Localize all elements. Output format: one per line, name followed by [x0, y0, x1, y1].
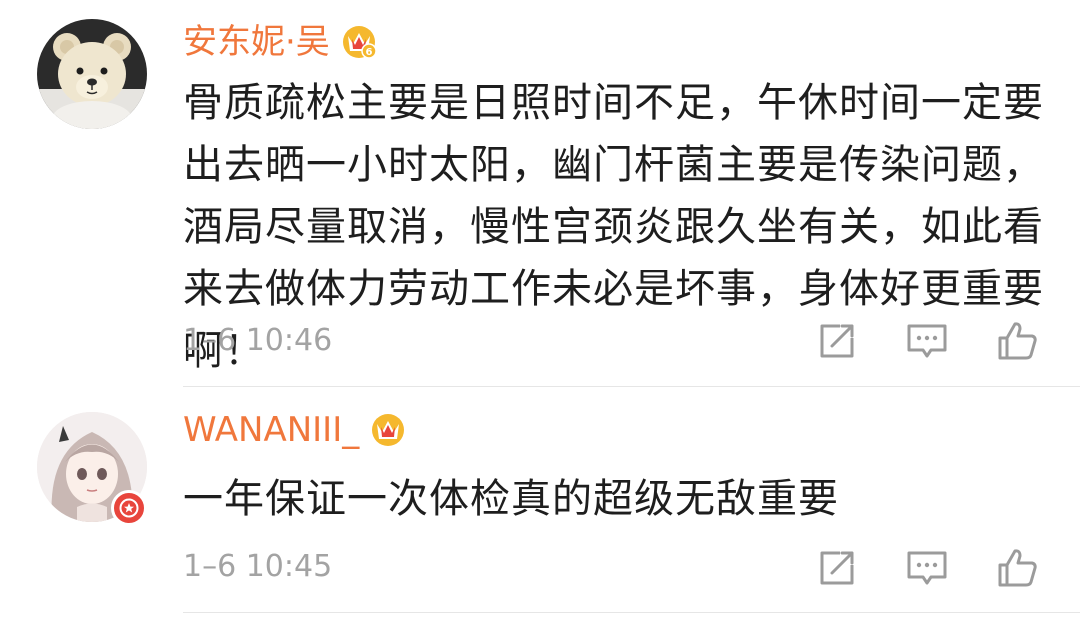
thumbs-up-icon[interactable] — [994, 318, 1040, 364]
timestamp: 1–6 10:46 — [183, 323, 333, 358]
comment-actions — [814, 545, 1040, 591]
username[interactable]: 安东妮·吴 — [183, 20, 330, 64]
avatar[interactable] — [37, 19, 147, 129]
comment-icon[interactable] — [904, 318, 950, 364]
teddy-bear-avatar-image — [37, 19, 147, 129]
crown-icon — [372, 414, 405, 446]
comment-item: 安东妮·吴 6 骨质疏松主要是日照时间不足，午休时间一定要出去晒一小时太阳，幽门… — [0, 0, 1080, 386]
crown-icon: 6 — [342, 26, 377, 59]
username-row: WANANIII_ — [183, 408, 407, 452]
thumbs-up-icon[interactable] — [994, 545, 1040, 591]
comment-icon[interactable] — [904, 545, 950, 591]
comment-item: WANANIII_ 一年保证一次体检真的超级无敌重要 1–6 10:45 — [0, 387, 1080, 612]
comment-text: 一年保证一次体检真的超级无敌重要 — [183, 476, 839, 522]
share-icon[interactable] — [814, 318, 860, 364]
star-icon — [119, 498, 139, 518]
timestamp: 1–6 10:45 — [183, 549, 333, 584]
username[interactable]: WANANIII_ — [183, 408, 359, 452]
verified-badge — [111, 490, 147, 526]
divider — [183, 612, 1080, 613]
username-row: 安东妮·吴 6 — [183, 20, 378, 64]
vip-level: 6 — [365, 47, 372, 58]
comment-actions — [814, 318, 1040, 364]
share-icon[interactable] — [814, 545, 860, 591]
